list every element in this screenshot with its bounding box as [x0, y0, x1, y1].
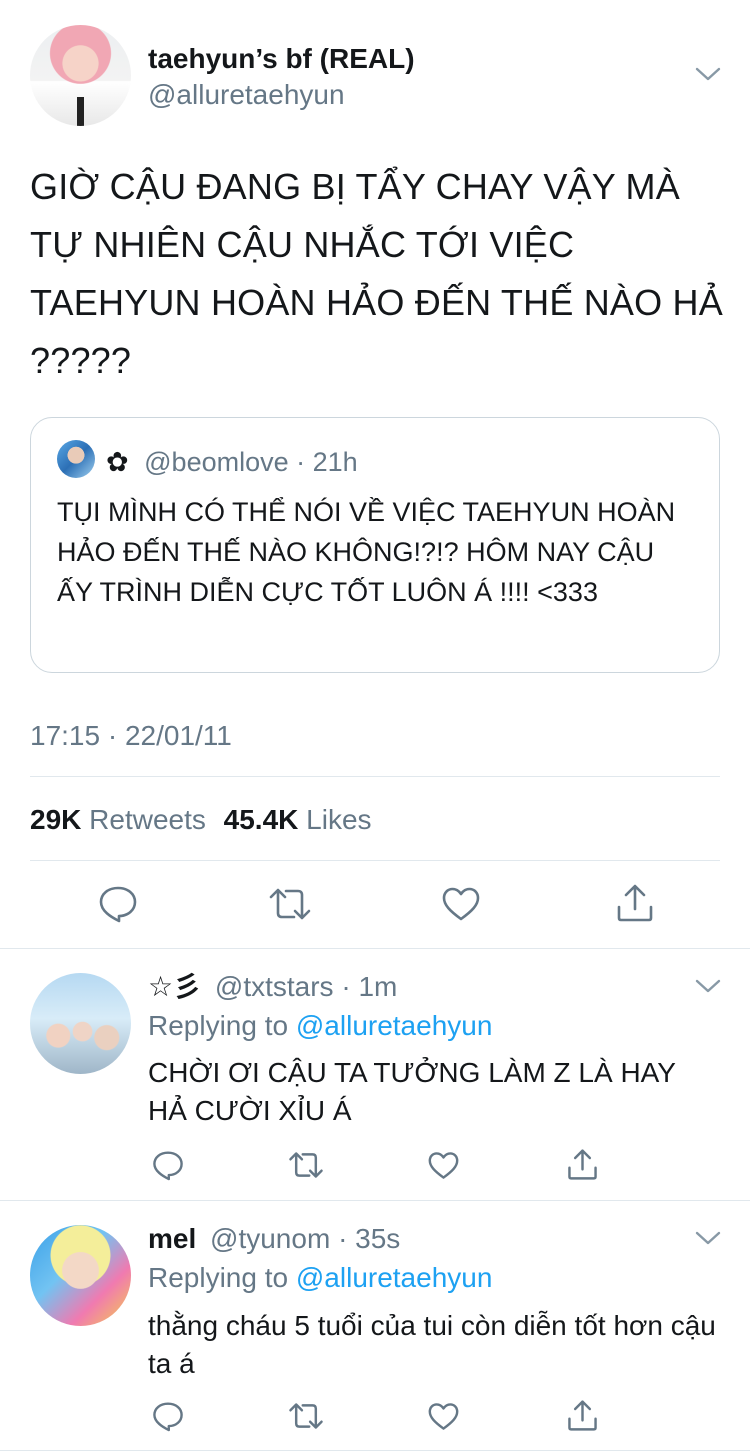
share-icon[interactable] [567, 1399, 598, 1432]
reply-icon[interactable] [152, 1401, 184, 1432]
author-display-name[interactable]: taehyun’s bf (REAL) [148, 42, 415, 76]
retweets-label: Retweets [89, 804, 206, 835]
reply-text: thằng cháu 5 tuổi của tui còn diễn tốt h… [148, 1310, 716, 1379]
reply-text: CHỜI ƠI CẬU TA TƯỞNG LÀM Z LÀ HAY HẢ CƯỜ… [148, 1057, 676, 1126]
replying-to: Replying to @alluretaehyun [148, 1009, 492, 1043]
likes-stat[interactable]: 45.4K Likes [224, 804, 372, 835]
quoted-handle: @beomlove [144, 447, 289, 477]
chevron-down-icon[interactable] [694, 64, 722, 84]
divider [30, 860, 720, 861]
reply-header: mel @tyunom · 35s [148, 1222, 400, 1256]
replying-to-link[interactable]: @alluretaehyun [296, 1262, 493, 1293]
reply-handle[interactable]: @txtstars [215, 971, 334, 1002]
heart-icon[interactable] [428, 1151, 459, 1180]
quoted-header: ✿ @beomlove · 21h [106, 446, 358, 478]
reply-handle[interactable]: @tyunom [210, 1223, 330, 1254]
retweet-icon[interactable] [268, 886, 312, 922]
reply-time: · 1m [341, 971, 398, 1002]
share-icon[interactable] [616, 883, 654, 923]
chevron-down-icon[interactable] [694, 1228, 722, 1248]
tweet-stats: 29K Retweets 45.4K Likes [30, 802, 372, 838]
divider [30, 776, 720, 777]
replying-prefix: Replying to [148, 1010, 289, 1041]
reply-display-name[interactable]: ☆彡 [148, 971, 201, 1002]
tweet-timestamp[interactable]: 17:15 · 22/01/11 [30, 718, 232, 754]
section-divider [0, 1200, 750, 1201]
reply-header: ☆彡 @txtstars · 1m [148, 970, 397, 1004]
section-divider [0, 1450, 750, 1451]
author-avatar[interactable] [30, 25, 131, 126]
reply-avatar[interactable] [30, 1225, 131, 1326]
quoted-display-name: ✿ [106, 447, 129, 477]
reply-time: · 35s [338, 1223, 401, 1254]
replying-to-link[interactable]: @alluretaehyun [296, 1010, 493, 1041]
retweets-stat[interactable]: 29K Retweets [30, 804, 206, 835]
reply-avatar[interactable] [30, 973, 131, 1074]
quoted-time: · 21h [296, 447, 358, 477]
author-handle[interactable]: @alluretaehyun [148, 78, 345, 112]
likes-count: 45.4K [223, 804, 299, 835]
reply-icon[interactable] [152, 1150, 184, 1181]
likes-label: Likes [306, 804, 372, 835]
heart-icon[interactable] [442, 886, 480, 922]
reply-display-name[interactable]: mel [148, 1223, 196, 1254]
heart-icon[interactable] [428, 1402, 459, 1431]
chevron-down-icon[interactable] [694, 976, 722, 996]
tweet-text: GIỜ CẬU ĐANG BỊ TẨY CHAY VẬY MÀ TỰ NHIÊN… [30, 166, 723, 381]
replying-to: Replying to @alluretaehyun [148, 1261, 492, 1295]
section-divider [0, 948, 750, 949]
retweet-icon[interactable] [288, 1401, 324, 1431]
retweets-count: 29K [30, 804, 82, 835]
quoted-text: TỤI MÌNH CÓ THỂ NÓI VỀ VIỆC TAEHYUN HOÀN… [57, 497, 676, 607]
share-icon[interactable] [567, 1148, 598, 1181]
quoted-avatar [57, 440, 95, 478]
retweet-icon[interactable] [288, 1150, 324, 1180]
replying-prefix: Replying to [148, 1262, 289, 1293]
reply-icon[interactable] [98, 885, 138, 923]
